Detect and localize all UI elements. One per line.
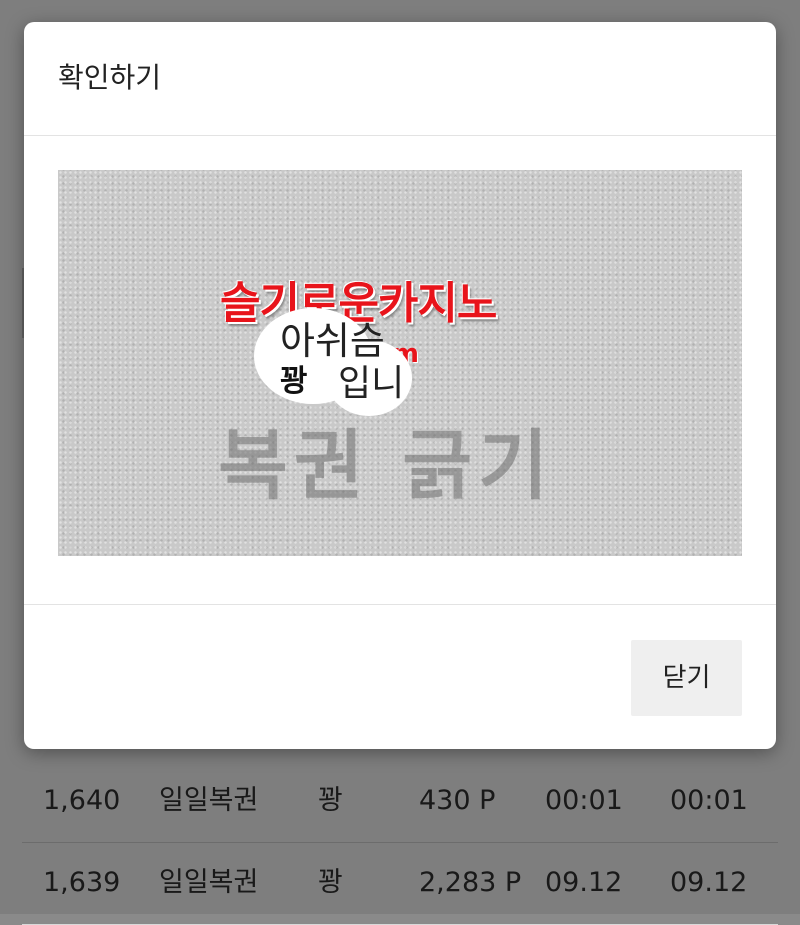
captcha-image: 슬기로운카지노 om 아쉬슴 꽝 입니 복권 긁기 (58, 170, 742, 556)
captcha-challenge-text: 입니 (338, 363, 405, 404)
dialog-title: 확인하기 (58, 61, 162, 94)
close-button[interactable]: 닫기 (631, 640, 742, 716)
captcha-caption: 복권 긁기 (218, 421, 555, 510)
dialog-body: 슬기로운카지노 om 아쉬슴 꽝 입니 복권 긁기 (24, 136, 776, 605)
captcha-challenge-bold: 꽝 (280, 364, 308, 399)
confirm-dialog: 확인하기 슬기로운카지노 om 아쉬슴 꽝 입니 복권 긁기 닫기 (24, 22, 776, 749)
dialog-header: 확인하기 (24, 22, 776, 136)
